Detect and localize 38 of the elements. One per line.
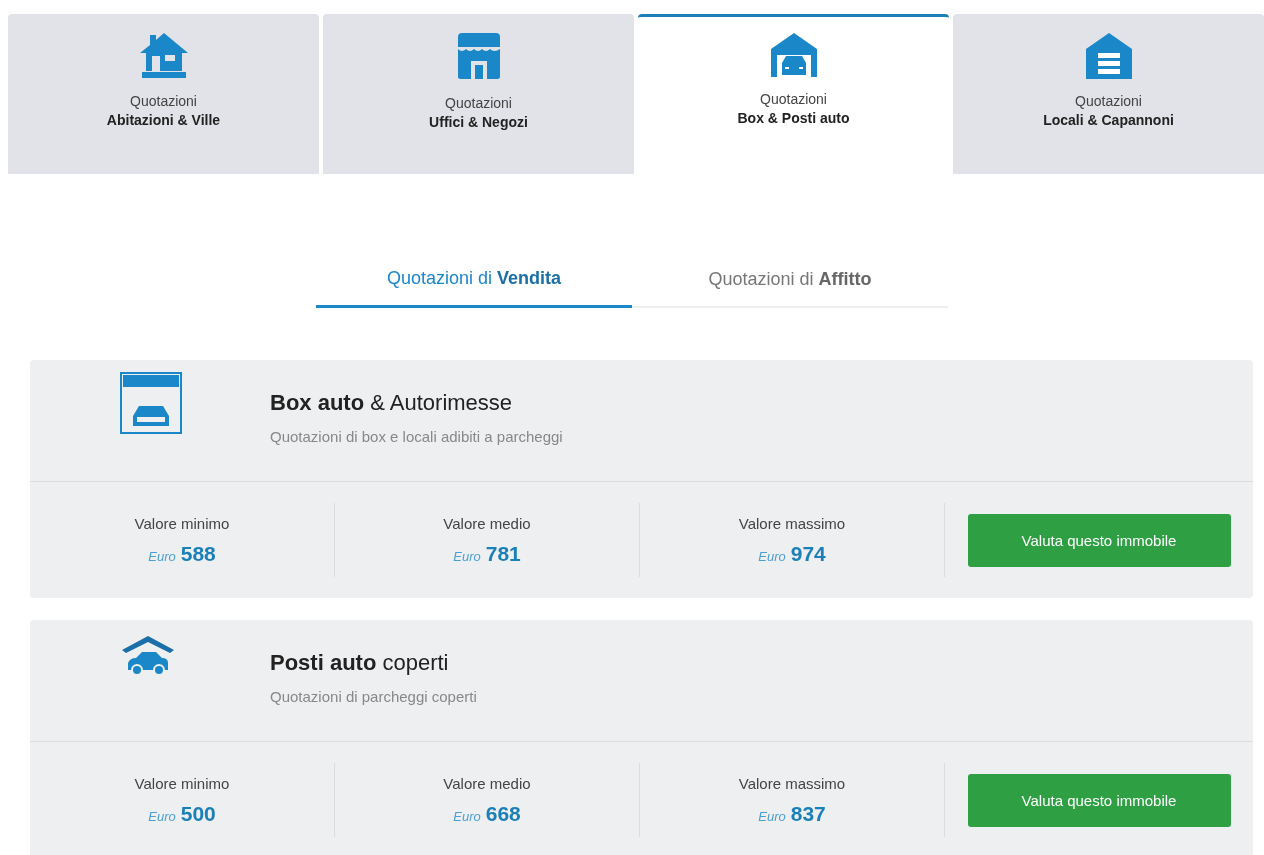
tab-title: Abitazioni & Ville: [106, 112, 221, 128]
price-value: 837: [790, 801, 826, 826]
currency-label: Euro: [453, 548, 481, 564]
price-value: 588: [180, 541, 216, 566]
currency-label: Euro: [148, 548, 176, 564]
category-tab[interactable]: Quotazioni Uffici & Negozi: [323, 14, 634, 174]
tab-caption: Quotazioni: [445, 95, 512, 111]
stat-label: Valore minimo: [134, 514, 230, 532]
price-value: 500: [180, 801, 216, 826]
currency-label: Euro: [148, 808, 176, 824]
currency-label: Euro: [758, 548, 786, 564]
stat-label: Valore medio: [443, 514, 531, 532]
category-tab[interactable]: Quotazioni Locali & Capannoni: [953, 14, 1264, 174]
stat-label: Valore massimo: [738, 774, 846, 792]
category-tab[interactable]: Quotazioni Abitazioni & Ville: [8, 14, 319, 174]
tab-title: Box & Posti auto: [737, 110, 850, 126]
tab-title: Locali & Capannoni: [1043, 112, 1174, 128]
stat-label: Valore massimo: [738, 514, 846, 532]
card-title: Posti auto coperti: [270, 650, 450, 676]
mode-tab[interactable]: Quotazioni di Vendita: [316, 252, 632, 308]
card-title: Box auto & Autorimesse: [270, 390, 514, 416]
card-subtitle: Quotazioni di box e locali adibiti a parcheggi: [270, 428, 563, 445]
stat-label: Valore minimo: [134, 774, 230, 792]
currency-label: Euro: [758, 808, 786, 824]
price-value: 974: [790, 541, 826, 566]
stat-label: Valore medio: [443, 774, 531, 792]
tab-caption: Quotazioni: [1075, 93, 1142, 109]
garage-car-icon: [768, 31, 819, 77]
card-subtitle: Quotazioni di parcheggi coperti: [270, 688, 477, 705]
tab-title: Uffici & Negozi: [429, 114, 528, 130]
tab-caption: Quotazioni: [130, 93, 197, 109]
price-value: 668: [485, 801, 521, 826]
price-value: 781: [485, 541, 521, 566]
mode-tab[interactable]: Quotazioni di Affitto: [632, 252, 948, 308]
currency-label: Euro: [453, 808, 481, 824]
tab-caption: Quotazioni: [760, 91, 827, 107]
garage-car-icon: [120, 372, 182, 434]
warehouse-icon: [1083, 31, 1134, 79]
